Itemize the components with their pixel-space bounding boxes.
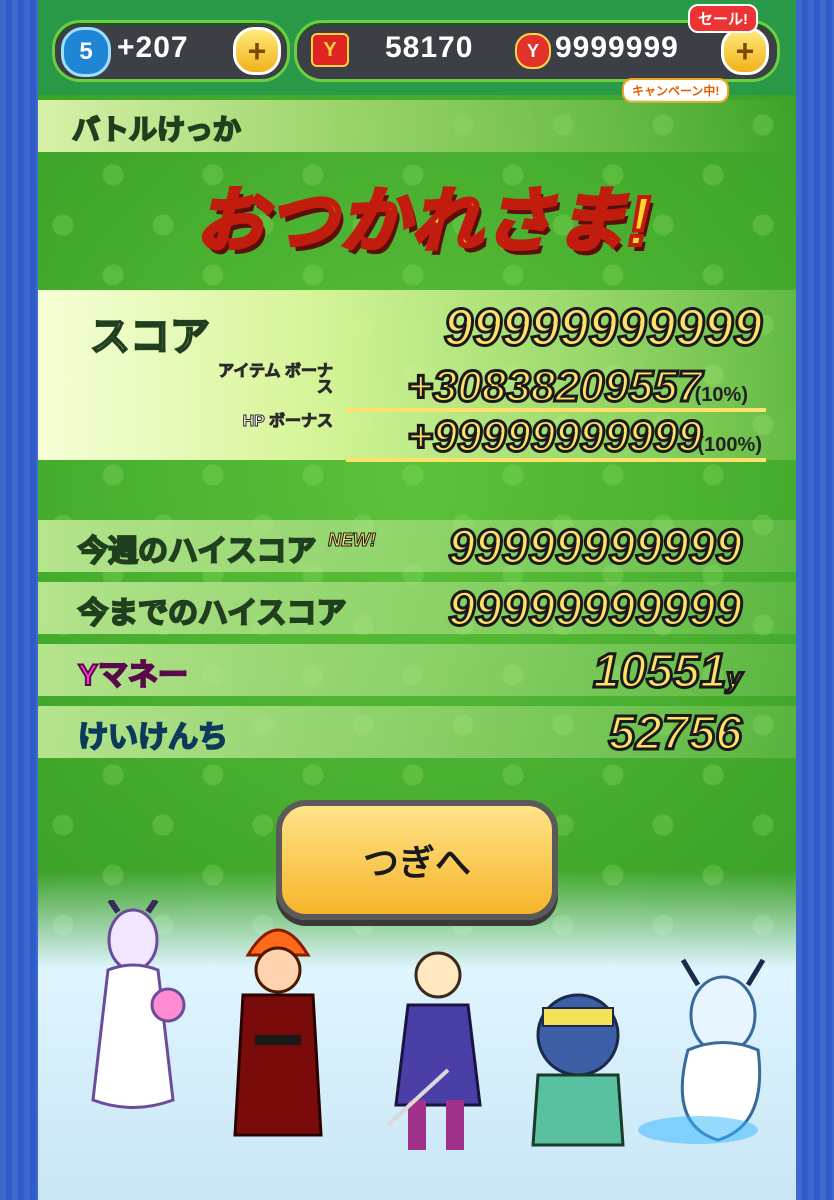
level-badge: 5 — [61, 27, 111, 77]
weekly-high-row: 今週のハイスコア NEW! 99999999999 — [38, 520, 796, 576]
hp-bonus-underline — [346, 458, 766, 462]
coins-value: 9999999 — [555, 31, 679, 64]
stamina-pill: 5 +207 + — [52, 20, 290, 82]
header-banner: バトルけっか — [38, 100, 796, 152]
character-cat-snyat — [531, 993, 625, 1147]
character-white-ghost — [638, 958, 766, 1144]
new-badge: NEW! — [328, 530, 377, 551]
alltime-high-label: 今までのハイスコア — [77, 596, 347, 631]
weekly-high-value: 99999999999 — [447, 520, 744, 576]
next-button-label: つぎへ — [362, 842, 471, 883]
next-button[interactable]: つぎへ — [276, 800, 558, 920]
exp-row: けいけんち 52756 — [38, 706, 796, 762]
alltime-high-value: 99999999999 — [447, 582, 744, 638]
exp-value: 52756 — [607, 706, 743, 762]
item-bonus-value: +30838209557 — [406, 361, 704, 413]
result-headline: おつかれさま! — [193, 180, 653, 262]
ymoney-value: 10551 — [591, 644, 727, 700]
character-flame-hair — [233, 928, 323, 1137]
plus-icon: + — [247, 32, 267, 69]
coin-icon: Y — [515, 33, 551, 69]
game-screen: 5 +207 + Y 58170 Y 9999999 + セール! キャンペーン… — [38, 0, 796, 1200]
stamina-plus-button[interactable]: + — [233, 27, 281, 75]
character-white-rabbit — [91, 900, 186, 1109]
y-money-icon: Y — [311, 33, 349, 67]
item-bonus-pct: (10%) — [694, 384, 748, 406]
left-border — [0, 0, 38, 1200]
ymoney-value-wrap: 10551y — [591, 644, 743, 700]
money-value: 58170 — [385, 31, 474, 64]
weekly-high-label: 今週のハイスコア — [77, 534, 317, 569]
stamina-bonus: +207 — [117, 31, 189, 64]
sale-badge[interactable]: セール! — [688, 4, 758, 33]
coins-plus-button[interactable]: + — [721, 27, 769, 75]
ymoney-unit: y — [725, 661, 743, 695]
item-bonus-label: アイテム ボーナス — [218, 363, 334, 396]
ymoney-row: Yマネー 10551y — [38, 644, 796, 700]
right-border — [796, 0, 834, 1200]
score-label: スコア — [89, 314, 211, 360]
alltime-high-row: 今までのハイスコア 99999999999 — [38, 582, 796, 638]
hp-bonus-pct: (100%) — [697, 434, 762, 456]
top-bar: 5 +207 + Y 58170 Y 9999999 + セール! キャンペーン… — [38, 0, 796, 103]
hp-bonus-value: +99999999999 — [406, 411, 704, 463]
ymoney-label: Yマネー — [77, 658, 189, 693]
score-value: 99999999999 — [442, 298, 763, 359]
hp-bonus-label: HP ボーナス — [242, 413, 333, 430]
page-title: バトルけっか — [71, 113, 242, 146]
exp-label: けいけんち — [77, 720, 229, 755]
plus-icon: + — [735, 32, 755, 69]
